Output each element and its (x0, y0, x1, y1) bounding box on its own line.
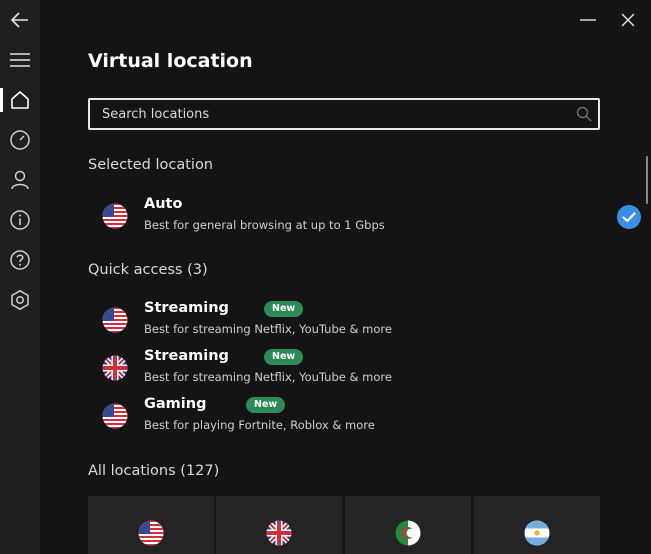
account-icon (11, 170, 29, 190)
main-content: Virtual location Selected location (40, 0, 651, 554)
location-description: Best for general browsing at up to 1 Gbp… (144, 218, 385, 232)
us-flag-icon (102, 307, 128, 333)
location-tile-us[interactable] (88, 496, 214, 554)
back-arrow-icon (10, 12, 28, 28)
all-locations-grid (88, 496, 600, 554)
hamburger-menu-icon (10, 53, 30, 67)
us-flag-icon (102, 203, 128, 229)
page-title: Virtual location (88, 50, 253, 72)
selected-location-heading: Selected location (88, 157, 213, 173)
new-badge: New (264, 349, 304, 365)
quick-access-item-streaming-uk[interactable]: Streaming New Best for streaming Netflix… (98, 348, 598, 392)
us-flag-icon (102, 403, 128, 429)
location-tile-argentina[interactable] (474, 496, 600, 554)
argentina-flag-icon (524, 520, 550, 546)
settings-icon (11, 289, 29, 311)
sidebar (0, 0, 40, 554)
checkmark-icon (617, 205, 641, 229)
search-box[interactable] (88, 98, 600, 130)
new-badge: New (246, 397, 286, 413)
sidebar-item-home[interactable] (0, 82, 40, 118)
all-locations-heading: All locations (127) (88, 463, 220, 479)
new-badge: New (264, 301, 304, 317)
sidebar-item-help[interactable] (0, 242, 40, 278)
location-name: Gaming (144, 396, 207, 412)
location-description: Best for playing Fortnite, Roblox & more (144, 418, 375, 432)
back-button[interactable] (0, 2, 40, 38)
location-tile-uk[interactable] (216, 496, 342, 554)
selected-location-item[interactable]: Auto Best for general browsing at up to … (98, 196, 641, 240)
info-icon (10, 210, 30, 230)
search-input[interactable] (90, 100, 570, 128)
location-description: Best for streaming Netflix, YouTube & mo… (144, 370, 392, 384)
app-window: Virtual location Selected location (0, 0, 651, 554)
location-name: Streaming (144, 300, 229, 316)
sidebar-item-speed[interactable] (0, 122, 40, 158)
sidebar-item-info[interactable] (0, 202, 40, 238)
quick-access-item-gaming-us[interactable]: Gaming New Best for playing Fortnite, Ro… (98, 396, 598, 440)
search-icon[interactable] (570, 106, 598, 122)
scrollbar[interactable] (646, 156, 648, 204)
location-name: Streaming (144, 348, 229, 364)
speed-gauge-icon (10, 130, 30, 150)
home-icon (11, 91, 29, 109)
menu-button[interactable] (0, 42, 40, 78)
help-icon (10, 250, 30, 270)
uk-flag-icon (102, 355, 128, 381)
sidebar-item-settings[interactable] (0, 282, 40, 318)
quick-access-heading: Quick access (3) (88, 262, 208, 278)
uk-flag-icon (266, 520, 292, 546)
location-description: Best for streaming Netflix, YouTube & mo… (144, 322, 392, 336)
location-tile-algeria[interactable] (345, 496, 471, 554)
us-flag-icon (138, 520, 164, 546)
location-name: Auto (144, 196, 183, 212)
algeria-flag-icon (395, 520, 421, 546)
sidebar-item-account[interactable] (0, 162, 40, 198)
quick-access-item-streaming-us[interactable]: Streaming New Best for streaming Netflix… (98, 300, 598, 344)
